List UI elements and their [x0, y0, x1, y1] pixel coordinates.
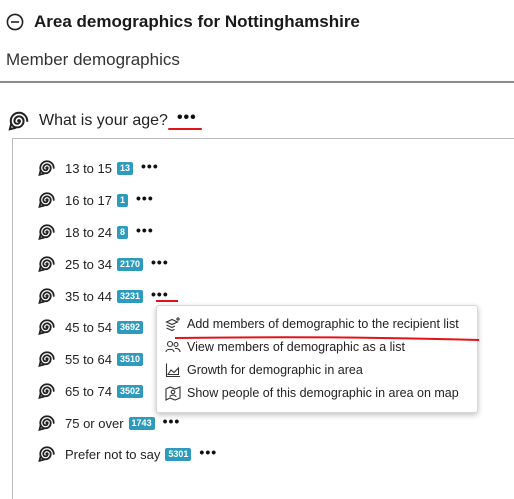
more-button[interactable]: •••: [136, 223, 154, 237]
spiral-icon: [38, 192, 55, 208]
item-label: 65 to 74: [65, 383, 112, 399]
menu-item-label: View members of demographic as a list: [187, 340, 405, 354]
count-badge: 3231: [117, 289, 144, 303]
question-row: What is your age? •••: [8, 108, 197, 134]
count-badge: 3510: [117, 352, 144, 366]
section-header[interactable]: Area demographics for Nottinghamshire: [6, 9, 360, 35]
item-label: Prefer not to say: [65, 446, 161, 462]
subtitle: Member demographics: [6, 50, 180, 69]
item-label: 25 to 34: [65, 256, 112, 272]
list-item[interactable]: 35 to 44 3231 •••: [38, 285, 169, 307]
item-label: 45 to 54: [65, 319, 112, 335]
list-item[interactable]: 75 or over 1743 •••: [38, 412, 180, 434]
item-label: 55 to 64: [65, 351, 112, 367]
minus-circle-icon[interactable]: [6, 13, 24, 31]
list-item[interactable]: 25 to 34 2170 •••: [38, 253, 169, 275]
context-menu: Add members of demographic to the recipi…: [156, 305, 478, 413]
spiral-icon: [38, 446, 55, 462]
item-label: 18 to 24: [65, 224, 112, 240]
count-badge: 1: [117, 193, 129, 207]
count-badge: 5301: [165, 447, 192, 461]
more-button[interactable]: •••: [163, 414, 181, 428]
list-item[interactable]: 65 to 74 3502: [38, 380, 144, 402]
count-badge: 1743: [128, 416, 155, 430]
list-item[interactable]: Prefer not to say 5301 •••: [38, 443, 217, 465]
menu-item-label: Show people of this demographic in area …: [187, 386, 459, 400]
spiral-icon: [38, 351, 55, 367]
question-text: What is your age?: [39, 112, 168, 129]
more-button[interactable]: •••: [136, 191, 154, 205]
more-button[interactable]: •••: [151, 287, 169, 301]
annotation-underline: [156, 300, 178, 302]
divider: [0, 81, 514, 83]
spiral-icon: [38, 256, 55, 272]
menu-item-label: Add members of demographic to the recipi…: [187, 317, 459, 331]
more-button[interactable]: •••: [141, 159, 159, 173]
area-chart-icon: [165, 363, 180, 378]
spiral-icon: [38, 288, 55, 304]
annotation-underline: [174, 336, 480, 341]
spiral-icon: [38, 160, 55, 176]
spiral-icon: [38, 383, 55, 399]
annotation-underline: [168, 128, 202, 130]
list-item[interactable]: 45 to 54 3692: [38, 316, 144, 338]
spiral-icon: [38, 319, 55, 335]
count-badge: 13: [117, 161, 134, 175]
more-button[interactable]: •••: [199, 445, 217, 459]
menu-item-add-to-recipient-list[interactable]: Add members of demographic to the recipi…: [165, 314, 459, 334]
item-label: 35 to 44: [65, 288, 112, 304]
header-title: Area demographics for Nottinghamshire: [34, 12, 360, 31]
spiral-icon: [38, 415, 55, 431]
list-item[interactable]: 13 to 15 13 •••: [38, 157, 159, 179]
list-item[interactable]: 16 to 17 1 •••: [38, 189, 154, 211]
item-label: 75 or over: [65, 415, 124, 431]
menu-item-show-on-map[interactable]: Show people of this demographic in area …: [165, 383, 459, 403]
item-label: 16 to 17: [65, 192, 112, 208]
list-item[interactable]: 55 to 64 3510: [38, 348, 144, 370]
item-label: 13 to 15: [65, 160, 112, 176]
spiral-icon: [38, 224, 55, 240]
menu-item-label: Growth for demographic in area: [187, 363, 363, 377]
spiral-icon: [8, 111, 29, 131]
list-item[interactable]: 18 to 24 8 •••: [38, 221, 154, 243]
count-badge: 3502: [117, 384, 144, 398]
question-more-button[interactable]: •••: [177, 110, 197, 126]
more-button[interactable]: •••: [151, 255, 169, 269]
add-list-icon: [165, 317, 180, 332]
count-badge: 8: [117, 225, 129, 239]
count-badge: 3692: [117, 320, 144, 334]
menu-item-growth[interactable]: Growth for demographic in area: [165, 360, 363, 380]
map-people-icon: [165, 386, 181, 401]
count-badge: 2170: [117, 257, 144, 271]
